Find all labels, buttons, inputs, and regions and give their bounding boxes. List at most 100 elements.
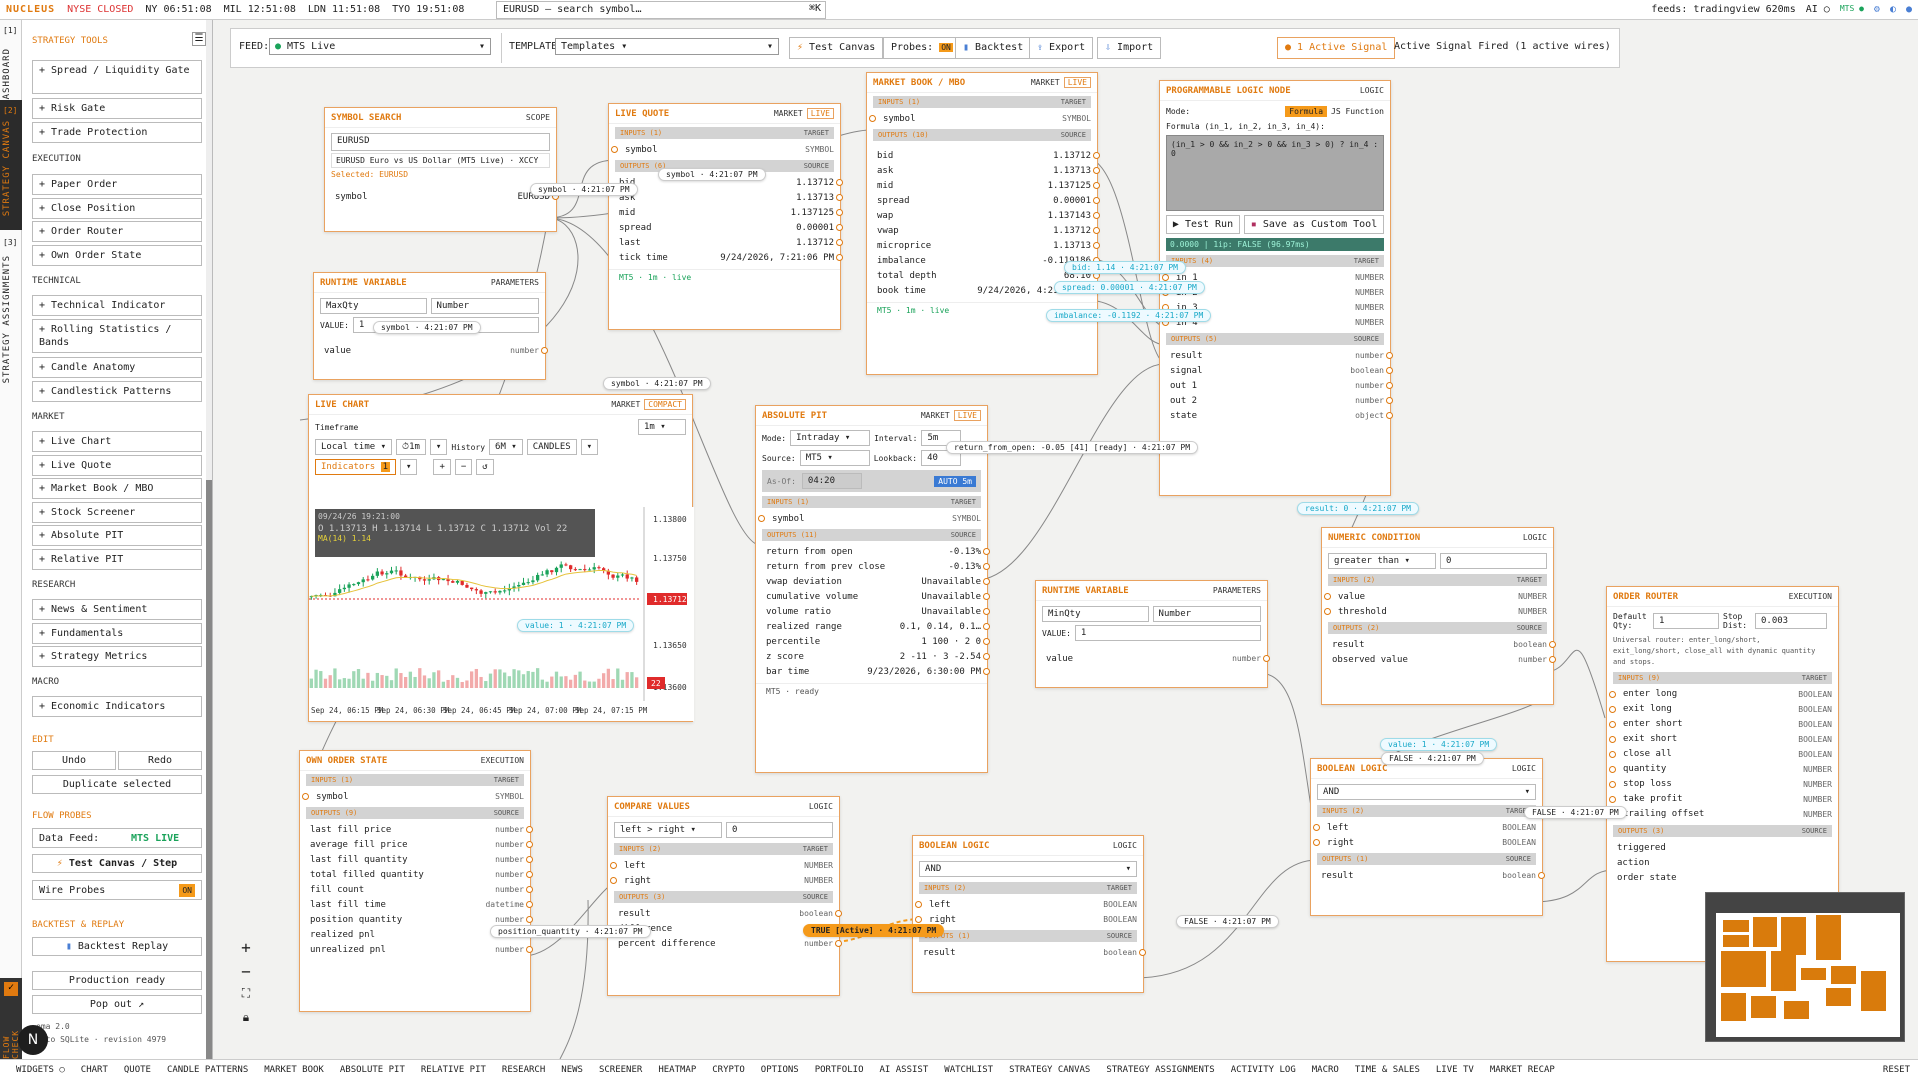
output-port[interactable]	[1386, 352, 1393, 359]
threshold-input[interactable]: 0	[726, 822, 833, 838]
bottom-tab-item[interactable]: STRATEGY ASSIGNMENTS	[1106, 1065, 1214, 1075]
mode-select[interactable]: Intraday ▾	[790, 430, 871, 446]
variable-type-select[interactable]: Number	[430, 298, 539, 314]
probe-tag[interactable]: symbol · 4:21:07 PM	[373, 321, 481, 334]
input-port[interactable]	[610, 877, 617, 884]
probe-tag[interactable]: FALSE · 4:21:07 PM	[1381, 752, 1484, 765]
save-custom-tool-button[interactable]: ▪ Save as Custom Tool	[1244, 215, 1384, 234]
output-port[interactable]	[526, 856, 533, 863]
output-port[interactable]	[526, 916, 533, 923]
probe-tag[interactable]: result: 0 · 4:21:07 PM	[1297, 502, 1419, 515]
reset-button[interactable]: RESET	[1883, 1065, 1910, 1075]
symbol-search-input[interactable]: EURUSD	[331, 133, 550, 151]
probe-tag[interactable]: symbol · 4:21:07 PM	[530, 183, 638, 196]
output-port[interactable]	[1263, 655, 1270, 662]
wire[interactable]	[559, 899, 589, 1060]
input-port[interactable]	[915, 916, 922, 923]
variable-type-select[interactable]: Number	[1152, 606, 1261, 622]
input-port[interactable]	[1609, 706, 1616, 713]
output-port[interactable]	[983, 593, 990, 600]
bottom-tab-item[interactable]: RESEARCH	[502, 1065, 545, 1075]
output-port[interactable]	[1386, 367, 1393, 374]
output-port[interactable]	[836, 254, 843, 261]
js-mode-button[interactable]: JS Function	[1331, 107, 1384, 116]
output-port[interactable]	[835, 940, 842, 947]
output-port[interactable]	[983, 638, 990, 645]
probe-tag[interactable]: symbol · 4:21:07 PM	[603, 377, 711, 390]
node-own-order-state[interactable]: OWN ORDER STATE EXECUTION INPUTS (1) TARGE…	[299, 750, 533, 1012]
output-port[interactable]	[836, 179, 843, 186]
variable-name-input[interactable]: MinQty	[1042, 606, 1149, 622]
input-port[interactable]	[1324, 593, 1331, 600]
output-port[interactable]	[836, 209, 843, 216]
history-select[interactable]: 6M ▾	[489, 439, 523, 455]
output-port[interactable]	[526, 826, 533, 833]
node-compare-values[interactable]: COMPARE VALUES LOGIC left > right ▾ 0 INPU…	[607, 796, 842, 996]
node-market-book[interactable]: MARKET BOOK / MBO MARKET LIVE INPUTS (1) TA…	[866, 72, 1100, 375]
active-signal-tag[interactable]: TRUE [Active] · 4:21:07 PM	[803, 924, 945, 937]
bottom-tab-item[interactable]: MACRO	[1312, 1065, 1339, 1075]
output-port[interactable]	[526, 871, 533, 878]
variable-value-input[interactable]: 1	[1074, 625, 1261, 641]
asof-input[interactable]: 04:20	[801, 473, 862, 489]
output-port[interactable]	[1093, 242, 1100, 249]
input-port[interactable]	[915, 901, 922, 908]
node-live-quote[interactable]: LIVE QUOTE MARKET LIVE INPUTS (1) TARGET sy…	[608, 103, 843, 330]
source-select[interactable]: MT5 ▾	[799, 450, 870, 466]
default-qty-input[interactable]: 1	[1653, 613, 1719, 629]
output-port[interactable]	[983, 653, 990, 660]
output-port[interactable]	[983, 578, 990, 585]
operator-select[interactable]: left > right ▾	[614, 822, 722, 838]
probe-tag[interactable]: position_quantity · 4:21:07 PM	[490, 925, 651, 938]
output-port[interactable]	[1093, 197, 1100, 204]
probe-tag[interactable]: value: 1 · 4:21:07 PM	[517, 619, 635, 632]
operator-select[interactable]: AND ▾	[919, 861, 1137, 877]
candles-dropdown-icon[interactable]: ▾	[580, 439, 599, 455]
probe-tag[interactable]: imbalance: -0.1192 · 4:21:07 PM	[1046, 309, 1212, 322]
bottom-tab-item[interactable]: SCREENER	[599, 1065, 642, 1075]
indicators-dropdown-icon[interactable]: ▾	[400, 459, 418, 475]
bottom-tab-item[interactable]: CANDLE PATTERNS	[167, 1065, 248, 1075]
probe-tag[interactable]: value: 1 · 4:21:07 PM	[1380, 738, 1498, 751]
input-port[interactable]	[1609, 751, 1616, 758]
output-port[interactable]	[836, 194, 843, 201]
widgets-label[interactable]: WIDGETS ○	[16, 1065, 65, 1075]
interval-select[interactable]: ⏱1m	[396, 439, 426, 455]
bottom-tab-item[interactable]: AI ASSIST	[880, 1065, 929, 1075]
node-live-chart[interactable]: LIVE CHART MARKET COMPACT Timeframe 1m ▾ Lo…	[308, 394, 694, 722]
operator-select[interactable]: AND ▾	[1317, 784, 1536, 800]
probe-tag[interactable]: spread: 0.00001 · 4:21:07 PM	[1054, 281, 1205, 294]
bottom-tab-item[interactable]: TIME & SALES	[1355, 1065, 1420, 1075]
input-port[interactable]	[869, 115, 876, 122]
bottom-tab-item[interactable]: HEATMAP	[658, 1065, 696, 1075]
node-absolute-pit[interactable]: ABSOLUTE PIT MARKET LIVE Mode: Intraday ▾ In…	[755, 405, 990, 773]
output-port[interactable]	[983, 563, 990, 570]
canvas-minimap[interactable]	[1705, 892, 1905, 1042]
bottom-tab-item[interactable]: LIVE TV	[1436, 1065, 1474, 1075]
output-port[interactable]	[1139, 949, 1146, 956]
formula-mode-button[interactable]: Formula	[1285, 106, 1328, 117]
output-port[interactable]	[526, 886, 533, 893]
output-port[interactable]	[836, 224, 843, 231]
candles-select[interactable]: CANDLES	[526, 439, 577, 455]
probe-tag[interactable]: symbol · 4:21:07 PM	[658, 168, 766, 181]
output-port[interactable]	[1093, 227, 1100, 234]
output-port[interactable]	[526, 946, 533, 953]
output-port[interactable]	[1549, 656, 1556, 663]
bottom-tab-item[interactable]: MARKET BOOK	[264, 1065, 324, 1075]
bottom-tab-item[interactable]: NEWS	[561, 1065, 583, 1075]
node-runtime-variable-2[interactable]: RUNTIME VARIABLE PARAMETERS MinQty Number …	[1035, 580, 1270, 688]
bottom-tab-item[interactable]: STRATEGY CANVAS	[1009, 1065, 1090, 1075]
input-port[interactable]	[1609, 781, 1616, 788]
output-port[interactable]	[836, 239, 843, 246]
output-port[interactable]	[1538, 872, 1545, 879]
bottom-tab-item[interactable]: CRYPTO	[712, 1065, 745, 1075]
threshold-input[interactable]: 0	[1440, 553, 1547, 569]
wire[interactable]	[522, 881, 615, 957]
input-port[interactable]	[610, 862, 617, 869]
wire[interactable]	[1258, 672, 1318, 844]
output-port[interactable]	[983, 668, 990, 675]
interval-dropdown-icon[interactable]: ▾	[429, 439, 448, 455]
output-port[interactable]	[1093, 167, 1100, 174]
output-port[interactable]	[983, 548, 990, 555]
